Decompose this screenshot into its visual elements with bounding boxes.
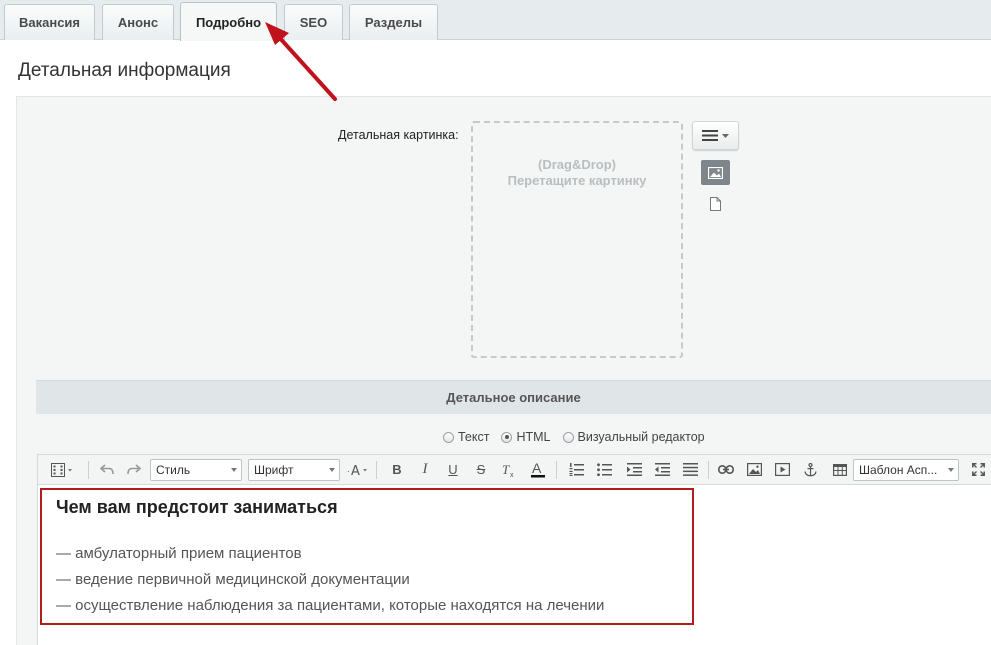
toolbar-separator [556,461,557,479]
film-icon [51,462,72,477]
chevron-down-icon [722,133,729,138]
radio-icon [562,431,574,443]
image-field-label: Детальная картинка: [338,128,459,142]
style-select[interactable]: Стиль [150,459,242,481]
tab-vacancy[interactable]: Вакансия [4,4,95,40]
tab-label: Разделы [364,15,423,30]
link-icon [718,465,734,474]
bold-button[interactable]: B [386,455,408,484]
svg-text:A: A [532,461,542,476]
image-menu-button[interactable] [692,121,739,150]
text-color-icon: A [531,461,545,478]
tab-label: SEO [299,15,328,30]
insert-video-button[interactable] [770,455,794,484]
description-header: Детальное описание [36,380,991,414]
chevron-down-icon [329,468,335,472]
tab-announce[interactable]: Анонс [102,4,174,40]
undo-button[interactable] [96,455,118,484]
bullet-list-button[interactable] [592,455,616,484]
ordered-list-button[interactable] [564,455,588,484]
anchor-icon [803,462,817,476]
content-line: — ведение первичной медицинской документ… [56,571,410,588]
video-icon [774,463,790,476]
mode-text-radio[interactable]: Текст [443,430,489,444]
description-header-label: Детальное описание [446,390,581,405]
tab-details[interactable]: Подробно [180,2,277,41]
editor-mode-switch: Текст HTML Визуальный редактор [443,430,705,444]
outdent-icon [654,463,670,476]
file-icon[interactable] [710,197,721,211]
strike-button[interactable]: S [470,455,492,484]
chevron-down-icon [231,468,237,472]
mode-label: Текст [458,430,490,444]
clear-format-icon: Tx [502,463,514,477]
style-select-value: Стиль [156,463,191,477]
radio-checked-icon [501,431,513,443]
content-heading: Чем вам предстоит заниматься [56,497,338,517]
dropzone-text: Перетащите картинку [507,173,647,188]
svg-text:A: A [351,464,360,477]
content-line: — осуществление наблюдения за пациентами… [56,597,605,614]
font-size-button[interactable]: . A [344,455,372,484]
section-title: Детальная информация [18,60,231,81]
indent-icon [626,463,642,476]
picture-icon [708,166,723,179]
text-color-button[interactable]: A [526,455,550,484]
undo-icon [100,464,114,475]
svg-text:.: . [347,465,350,474]
mode-html-radio[interactable]: HTML [501,430,551,444]
tab-label: Вакансия [18,15,80,30]
insert-image-button[interactable] [742,455,766,484]
redo-button[interactable] [123,455,145,484]
anchor-button[interactable] [798,455,822,484]
redo-icon [127,464,141,475]
italic-icon: I [422,461,428,477]
mode-label: Визуальный редактор [577,430,705,444]
hamburger-icon [702,130,718,141]
bullet-list-icon [596,463,612,476]
font-size-icon: . A [347,464,367,477]
editor-toolbar: Стиль Шрифт . A B I U S Tx A Шаблон Асп.… [37,454,991,485]
indent-button[interactable] [622,455,646,484]
chevron-down-icon [948,468,954,472]
tab-bar: Вакансия Анонс Подробно SEO Разделы [0,0,991,41]
clear-format-button[interactable]: Tx [498,455,522,484]
justify-icon [682,463,698,476]
image-dropzone[interactable]: (Drag&Drop) Перетащите картинку [471,121,683,358]
underline-icon: U [448,462,458,477]
outdent-button[interactable] [650,455,674,484]
image-icon [746,463,762,476]
image-source-button[interactable] [701,160,730,185]
svg-text:x: x [510,472,514,477]
table-button[interactable] [828,455,852,484]
font-select-value: Шрифт [254,463,294,477]
toolbar-separator [376,461,377,479]
template-select[interactable]: Шаблон Асп... [853,459,959,481]
bold-icon: B [392,462,402,477]
strikethrough-icon: S [476,462,486,477]
justify-button[interactable] [678,455,702,484]
view-mode-button[interactable] [46,455,78,484]
tab-seo[interactable]: SEO [284,4,343,40]
link-button[interactable] [714,455,738,484]
italic-button[interactable]: I [414,455,436,484]
radio-icon [443,431,454,443]
toolbar-separator [88,461,89,479]
table-icon [833,463,847,476]
toolbar-separator [708,461,709,479]
mode-label: HTML [516,430,551,444]
tab-label: Подробно [195,14,262,30]
svg-text:T: T [502,463,510,477]
tab-label: Анонс [117,15,159,30]
dropzone-hint: (Drag&Drop) [538,157,616,172]
underline-button[interactable]: U [442,455,464,484]
ordered-list-icon [569,463,584,476]
mode-visual-radio[interactable]: Визуальный редактор [562,430,705,444]
template-select-value: Шаблон Асп... [859,463,938,477]
fullscreen-icon [971,463,985,476]
content-line: — амбулаторный прием пациентов [56,545,302,562]
fullscreen-button[interactable] [966,455,990,484]
tab-sections[interactable]: Разделы [349,4,438,40]
font-select[interactable]: Шрифт [248,459,340,481]
